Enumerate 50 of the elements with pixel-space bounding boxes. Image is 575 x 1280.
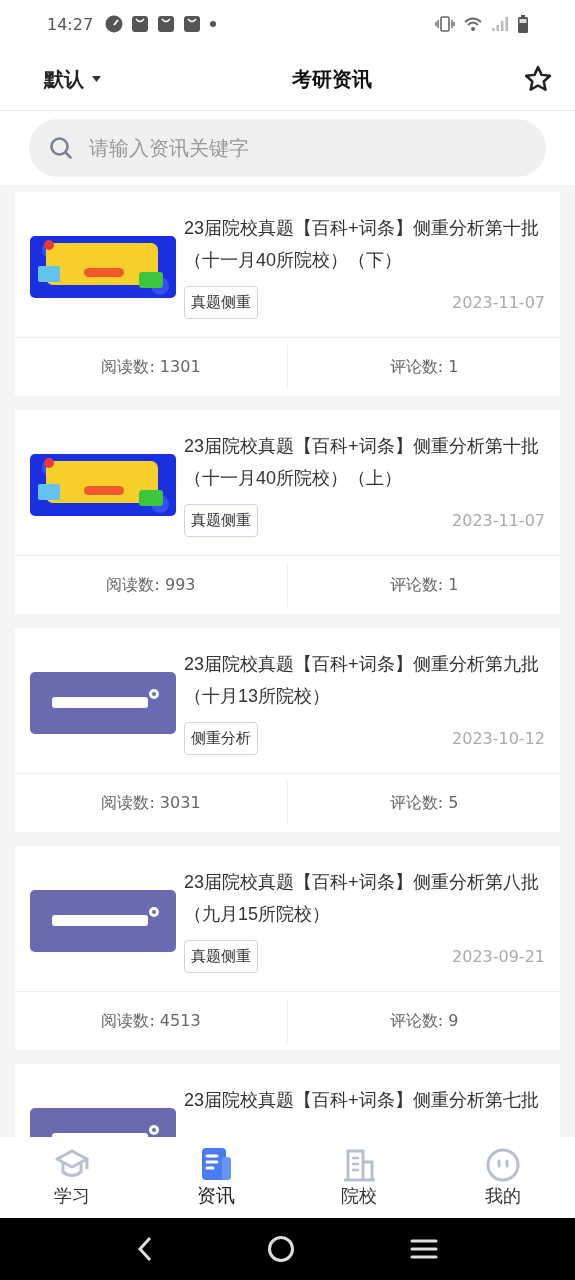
article-title[interactable]: 23届院校真题【百科+词条】侧重分析第十批（十一月40所院校）（上） (184, 430, 545, 494)
battery-icon (517, 15, 529, 33)
article-title[interactable]: 23届院校真题【百科+词条】侧重分析第九批（十月13所院校） (184, 648, 545, 712)
bag-icon (131, 15, 150, 33)
dot-icon (209, 20, 218, 28)
bag-icon (157, 15, 176, 33)
wifi-icon (463, 16, 483, 32)
bag-icon (183, 15, 202, 33)
caret-icon (92, 76, 101, 82)
building-icon (341, 1147, 378, 1182)
star-icon[interactable] (523, 64, 553, 94)
read-count: 阅读数: 3031 (100, 792, 202, 814)
face-circle-icon (486, 1147, 521, 1182)
read-count: 阅读数: 993 (105, 574, 197, 596)
comment-count: 评论数: 1 (388, 574, 460, 596)
article-title[interactable]: 23届院校真题【百科+词条】侧重分析第七批 (184, 1084, 545, 1116)
tab-bar-item[interactable]: 我的 (431, 1137, 575, 1218)
status-time: 14:27 (47, 14, 94, 34)
tab-bar-item[interactable]: 学习 (0, 1137, 144, 1218)
article-title[interactable]: 23届院校真题【百科+词条】侧重分析第十批（十一月40所院校）（下） (184, 212, 545, 276)
tab-bar-item[interactable]: 院校 (287, 1137, 432, 1218)
article-card[interactable]: 23届院校真题【百科+词条】侧重分析第十批（十一月40所院校）（下） 真题侧重 2023-11-07 阅读数: 1301 评论数: 1 (15, 192, 560, 396)
article-card[interactable]: 23届院校真题【百科+词条】侧重分析第十批（十一月40所院校）（上） 真题侧重 2023-11-07 阅读数: 993 评论数: 1 (15, 410, 560, 614)
category-tag: 真题侧重 (184, 286, 258, 319)
article-card[interactable]: 23届院校真题【百科+词条】侧重分析第八批（九月15所院校） 真题侧重 2023-09-21 阅读数: 4513 评论数: 9 (15, 846, 560, 1050)
article-date: 2023-11-07 (452, 293, 545, 312)
article-date: 2023-10-12 (452, 729, 545, 748)
category-tag: 侧重分析 (184, 722, 258, 755)
category-tag: 真题侧重 (184, 940, 258, 973)
read-count: 阅读数: 1301 (100, 356, 202, 378)
back-icon[interactable] (137, 1236, 154, 1262)
sort-dropdown[interactable]: 默认 (44, 65, 101, 93)
menu-icon[interactable] (409, 1238, 438, 1260)
comment-count: 评论数: 1 (388, 356, 460, 378)
tab-bar-item[interactable]: 资讯 (143, 1137, 288, 1218)
comment-count: 评论数: 5 (388, 792, 460, 814)
search-field[interactable]: 请输入资讯关键字 (29, 119, 546, 177)
vibrate-icon (435, 16, 455, 32)
article-card[interactable]: 23届院校真题【百科+词条】侧重分析第七批 (15, 1064, 560, 1137)
article-date: 2023-09-21 (452, 947, 545, 966)
category-tag: 真题侧重 (184, 504, 258, 537)
signal-icon (491, 16, 509, 32)
article-title[interactable]: 23届院校真题【百科+词条】侧重分析第八批（九月15所院校） (184, 866, 545, 930)
gauge-icon (105, 15, 124, 33)
article-date: 2023-11-07 (452, 511, 545, 530)
page-title: 考研资讯 (292, 65, 372, 93)
comment-count: 评论数: 9 (388, 1010, 460, 1032)
read-count: 阅读数: 4513 (100, 1010, 202, 1032)
article-card[interactable]: 23届院校真题【百科+词条】侧重分析第九批（十月13所院校） 侧重分析 2023-10-12 阅读数: 3031 评论数: 5 (15, 628, 560, 832)
home-icon[interactable] (267, 1235, 296, 1263)
